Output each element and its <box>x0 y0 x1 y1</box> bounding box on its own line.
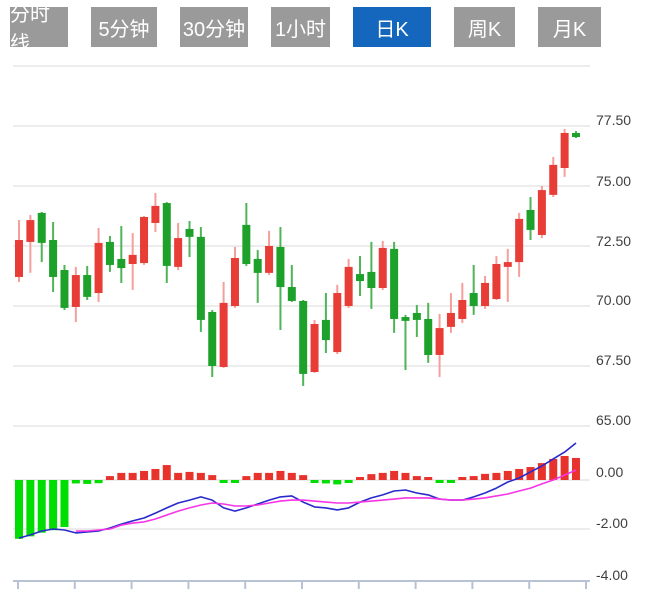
macd-axis-label: -2.00 <box>596 515 646 531</box>
price-axis-label: 70.00 <box>596 292 646 308</box>
macd-axis-label: -4.00 <box>596 567 646 583</box>
price-axis-label: 67.50 <box>596 352 646 368</box>
candlestick-series <box>15 129 580 386</box>
price-axis-label: 77.50 <box>596 112 646 128</box>
price-axis-label: 72.50 <box>596 233 646 249</box>
price-axis-label: 75.00 <box>596 173 646 189</box>
x-axis <box>13 581 590 589</box>
stock-chart-widget: 分时线 5分钟 30分钟 1小时 日K 周K 月K 77.50 75.00 72… <box>0 0 647 589</box>
macd-histogram <box>15 456 580 539</box>
macd-axis-label: 0.00 <box>596 464 646 480</box>
price-axis-label: 65.00 <box>596 412 646 428</box>
chart-canvas[interactable] <box>0 0 647 589</box>
dif-line <box>19 443 576 538</box>
